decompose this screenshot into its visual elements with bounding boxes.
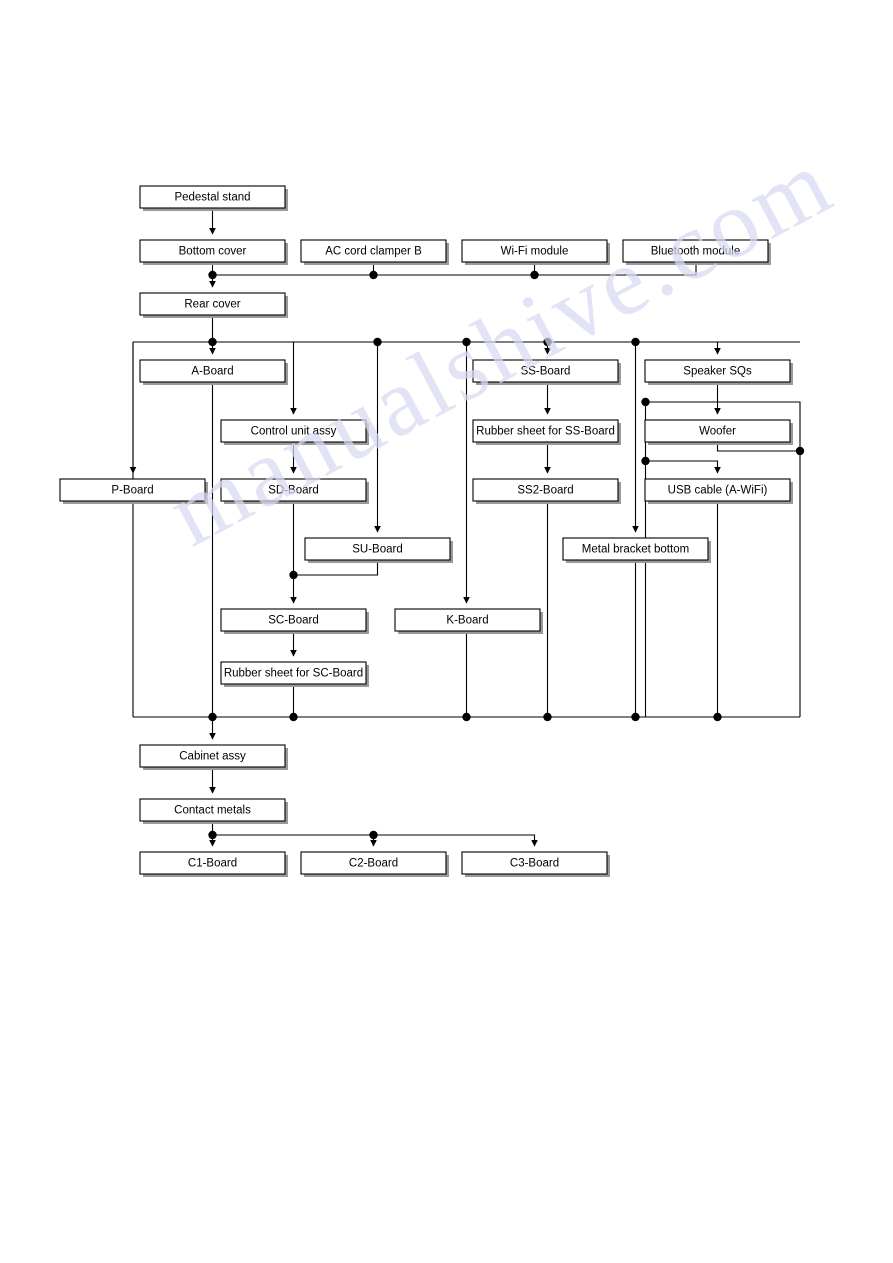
junction-dot	[530, 270, 539, 280]
node-pedestal_stand[interactable]: Pedestal stand	[139, 185, 288, 211]
node-rubber_sheet_sc_board[interactable]: Rubber sheet for SC-Board	[220, 661, 369, 687]
node-su_board[interactable]: SU-Board	[304, 537, 453, 563]
junction-dot	[369, 830, 378, 840]
node-usb_cable_a_wifi[interactable]: USB cable (A-WiFi)	[644, 478, 793, 504]
junction-dot	[289, 712, 298, 722]
node-c1_board[interactable]: C1-Board	[139, 851, 288, 877]
node-k_board[interactable]: K-Board	[394, 608, 543, 634]
node-speaker_sqs[interactable]: Speaker SQs	[644, 359, 793, 385]
node-label: USB cable (A-WiFi)	[668, 485, 768, 497]
node-label: Speaker SQs	[683, 366, 752, 378]
junction-dot	[462, 712, 471, 722]
node-label: Contact metals	[174, 805, 251, 817]
node-layer: Pedestal stand Bottom cover AC cord clampe…	[59, 185, 793, 877]
node-ss2_board[interactable]: SS2-Board	[472, 478, 621, 504]
junction-dot	[208, 270, 217, 280]
node-label: C2-Board	[349, 858, 398, 870]
junction-dot	[289, 570, 298, 580]
node-label: Bottom cover	[179, 246, 247, 258]
node-woofer[interactable]: Woofer	[644, 419, 793, 445]
node-label: Metal bracket bottom	[582, 544, 689, 556]
node-label: SS2-Board	[517, 485, 573, 497]
node-label: P-Board	[111, 485, 153, 497]
node-rear_cover[interactable]: Rear cover	[139, 292, 288, 318]
node-label: Pedestal stand	[174, 192, 250, 204]
node-label: Rubber sheet for SC-Board	[224, 668, 363, 680]
node-sd_board[interactable]: SD-Board	[220, 478, 369, 504]
flowchart-canvas: manualshive.com Pedestal stand Bottom co…	[0, 0, 893, 1263]
node-label: AC cord clamper B	[325, 246, 422, 258]
node-label: C3-Board	[510, 858, 559, 870]
junction-dot	[369, 270, 378, 280]
node-c3_board[interactable]: C3-Board	[461, 851, 610, 877]
junction-dot	[641, 397, 650, 407]
node-rubber_sheet_ss_board[interactable]: Rubber sheet for SS-Board	[472, 419, 621, 445]
node-a_board[interactable]: A-Board	[139, 359, 288, 385]
junction-dot	[208, 712, 217, 722]
junction-dot	[543, 337, 552, 347]
node-wifi_module[interactable]: Wi-Fi module	[461, 239, 610, 265]
node-ss_board[interactable]: SS-Board	[472, 359, 621, 385]
junction-dot	[208, 337, 217, 347]
junction-dot	[373, 337, 382, 347]
node-label: SU-Board	[352, 544, 403, 556]
junction-dot	[631, 337, 640, 347]
node-label: SS-Board	[521, 366, 571, 378]
junction-dot	[208, 830, 217, 840]
junction-dot	[713, 712, 722, 722]
junction-dot	[631, 712, 640, 722]
node-label: K-Board	[446, 615, 488, 627]
junction-dot	[462, 337, 471, 347]
link-to-usb-cable	[645, 460, 721, 474]
node-label: Wi-Fi module	[501, 246, 569, 258]
node-label: Woofer	[699, 426, 736, 438]
node-contact_metals[interactable]: Contact metals	[139, 798, 288, 824]
node-ac_cord_clamper_b[interactable]: AC cord clamper B	[300, 239, 449, 265]
node-sc_board[interactable]: SC-Board	[220, 608, 369, 634]
junction-layer	[208, 270, 805, 840]
flowchart-svg: Pedestal stand Bottom cover AC cord clampe…	[59, 185, 805, 877]
node-label: Bluetooth module	[651, 246, 741, 258]
node-c2_board[interactable]: C2-Board	[300, 851, 449, 877]
node-label: Cabinet assy	[179, 751, 246, 763]
node-cabinet_assy[interactable]: Cabinet assy	[139, 744, 288, 770]
node-label: Rear cover	[184, 299, 240, 311]
node-metal_bracket_bottom[interactable]: Metal bracket bottom	[562, 537, 711, 563]
junction-dot	[641, 456, 650, 466]
node-label: Control unit assy	[251, 426, 337, 438]
node-label: A-Board	[191, 366, 233, 378]
node-label: C1-Board	[188, 858, 237, 870]
node-label: SD-Board	[268, 485, 319, 497]
node-label: Rubber sheet for SS-Board	[476, 426, 615, 438]
node-control_unit_assy[interactable]: Control unit assy	[220, 419, 369, 445]
node-bottom_cover[interactable]: Bottom cover	[139, 239, 288, 265]
junction-dot	[543, 712, 552, 722]
junction-dot	[795, 446, 805, 456]
node-p_board[interactable]: P-Board	[59, 478, 208, 504]
node-bluetooth_module[interactable]: Bluetooth module	[622, 239, 771, 265]
node-label: SC-Board	[268, 615, 319, 627]
